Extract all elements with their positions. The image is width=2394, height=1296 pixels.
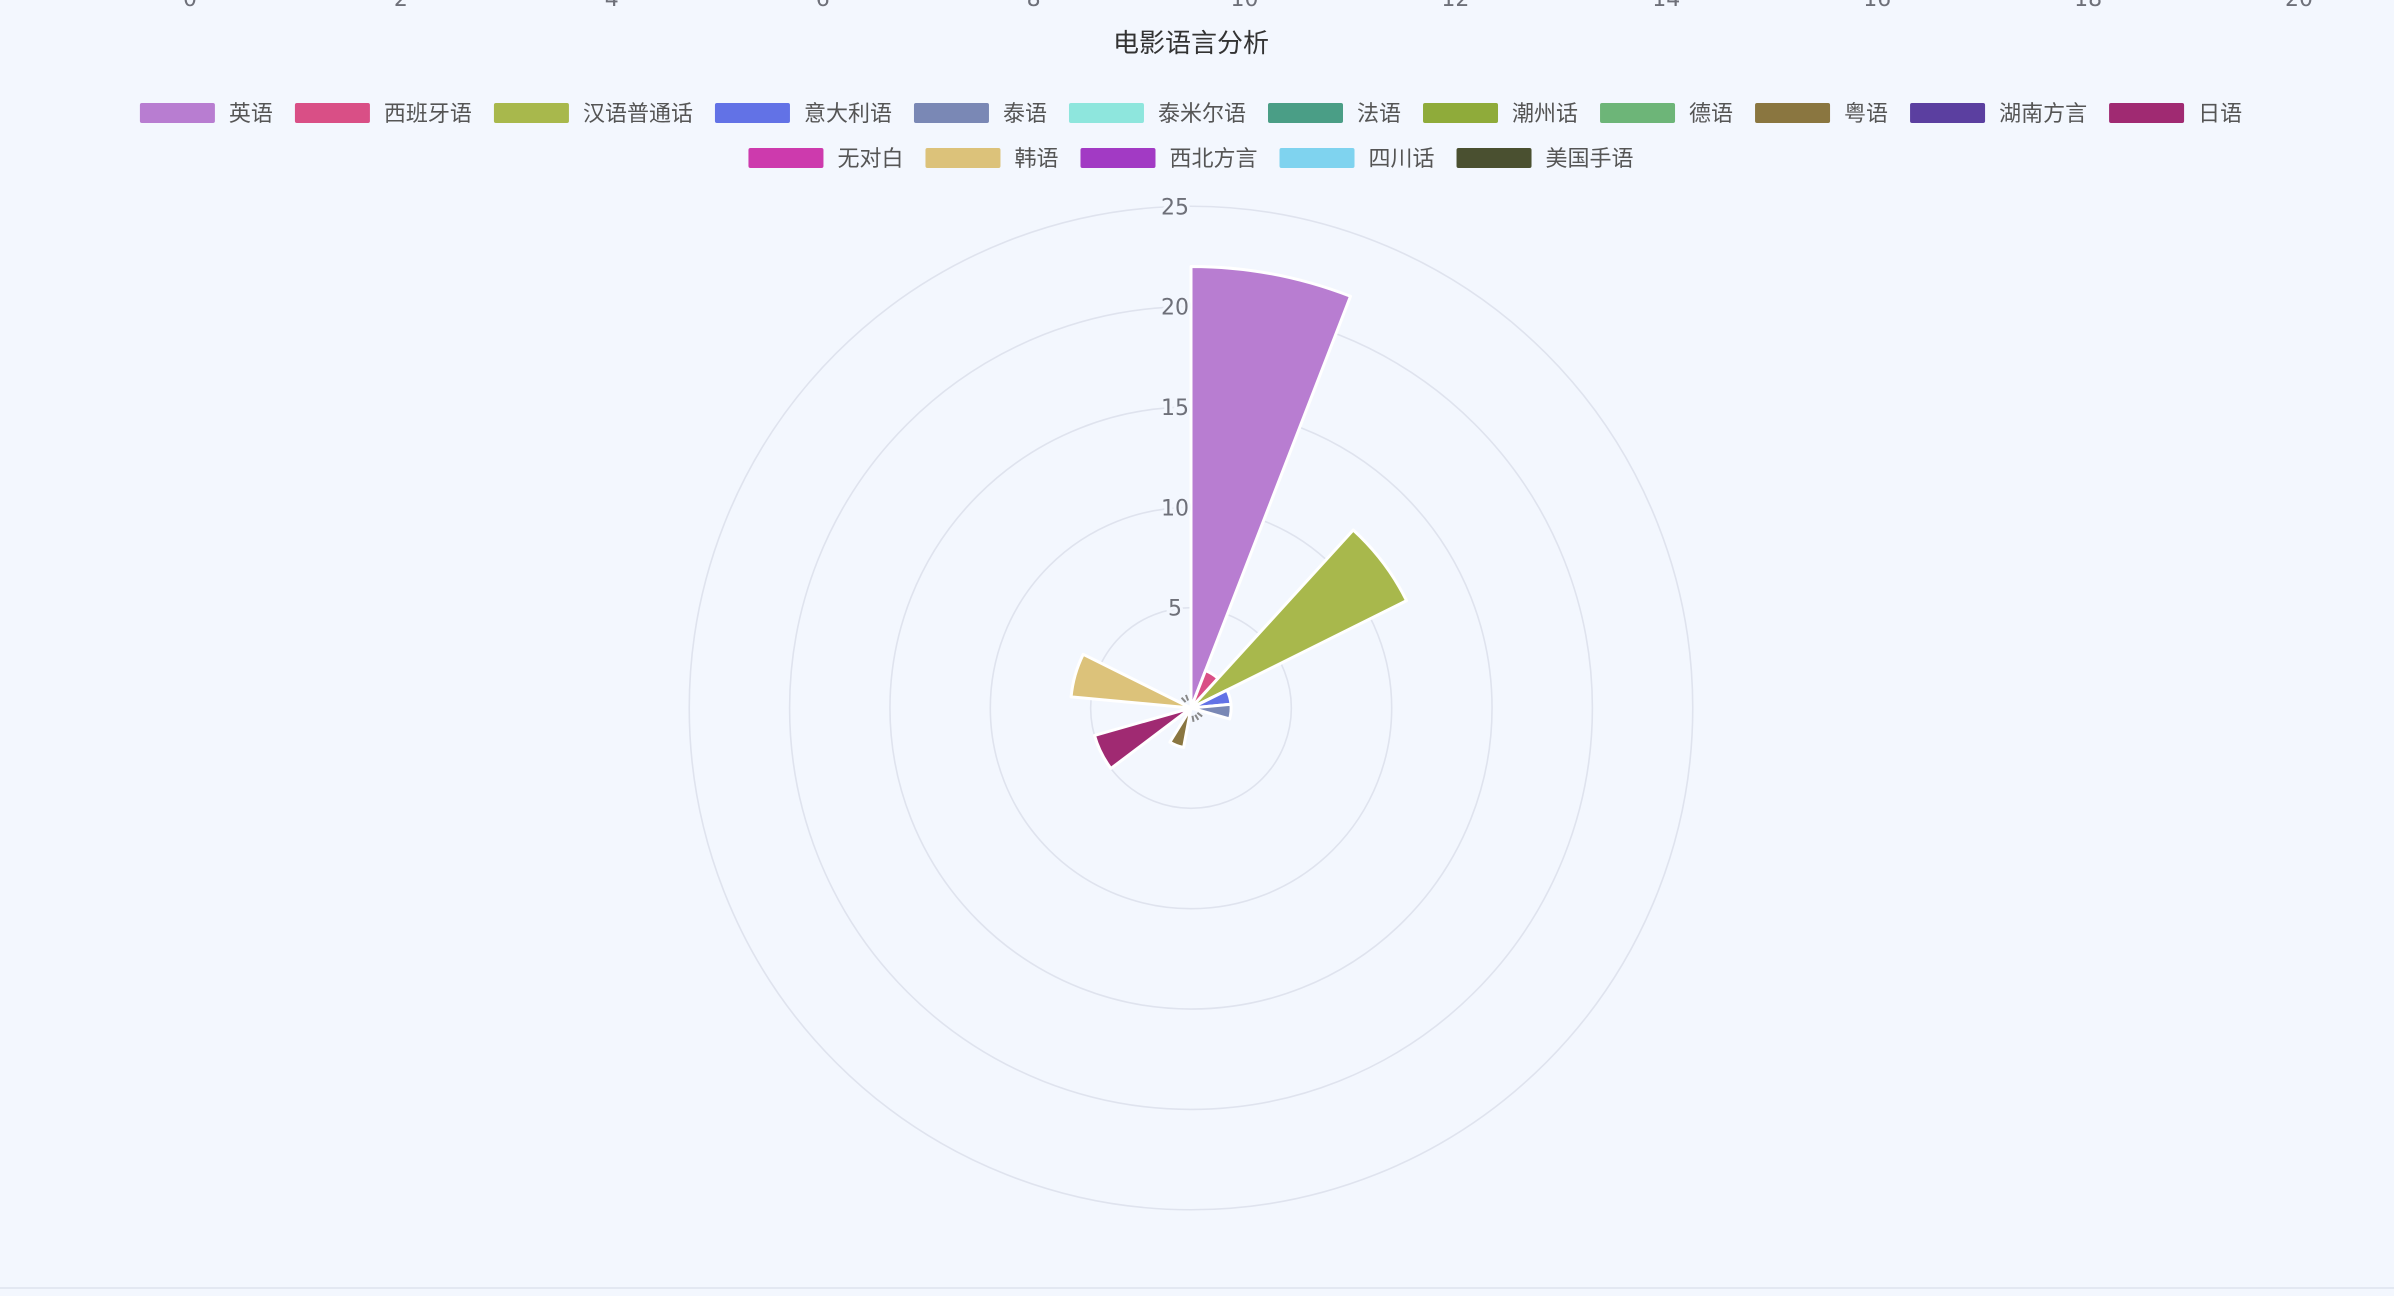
legend-item[interactable]: 德语 <box>1600 102 1733 127</box>
legend-swatch <box>1910 103 1986 123</box>
top-axis-tick-label: 12 <box>1441 0 1469 12</box>
legend[interactable]: 英语 西班牙语 汉语普通话 意大利语 泰语 泰米尔语 法语 潮州话 德语 粤语 湖南方言 日语无对白 韩… <box>139 102 2242 172</box>
top-axis-tick-label: 0 <box>183 0 197 12</box>
legend-item[interactable]: 西班牙语 <box>294 102 472 127</box>
top-axis-tick-label: 18 <box>2074 0 2102 12</box>
legend-swatch <box>294 103 370 123</box>
chart-title: 电影语言分析 <box>1113 29 1269 59</box>
legend-swatch <box>1600 103 1676 123</box>
radial-tick-labels: 5 10 15 20 25 <box>1158 192 1192 624</box>
legend-item[interactable]: 美国手语 <box>1456 147 1634 172</box>
bottom-divider <box>0 1287 2394 1289</box>
legend-swatch <box>1423 103 1499 123</box>
legend-item[interactable]: 西北方言 <box>1080 147 1258 172</box>
top-axis-tick-label: 16 <box>1863 0 1891 12</box>
legend-item[interactable]: 粤语 <box>1755 102 1888 127</box>
legend-label: 意大利语 <box>804 102 892 127</box>
radial-tick-label: 5 <box>1168 597 1182 622</box>
legend-swatch <box>493 103 569 123</box>
legend-swatch <box>2109 103 2185 123</box>
legend-label: 粤语 <box>1844 102 1888 127</box>
radial-tick-label: 25 <box>1161 195 1189 220</box>
legend-item[interactable]: 泰语 <box>913 102 1047 127</box>
legend-item[interactable]: 无对白 <box>748 147 903 172</box>
legend-swatch <box>714 103 790 123</box>
radial-tick-label: 15 <box>1161 396 1189 421</box>
legend-label: 法语 <box>1357 102 1401 127</box>
legend-item[interactable]: 韩语 <box>925 147 1058 172</box>
legend-item[interactable]: 日语 <box>2109 102 2242 127</box>
top-axis-tick-label: 2 <box>394 0 408 12</box>
top-axis-tick-label: 10 <box>1231 0 1259 12</box>
legend-swatch <box>925 148 1001 168</box>
legend-label: 韩语 <box>1014 147 1058 172</box>
radial-tick-label: 20 <box>1161 296 1189 321</box>
legend-label: 潮州话 <box>1512 102 1578 127</box>
legend-label: 四川话 <box>1369 147 1435 172</box>
legend-label: 无对白 <box>837 147 903 172</box>
legend-swatch <box>748 148 824 168</box>
legend-item[interactable]: 湖南方言 <box>1910 102 2087 127</box>
legend-label: 泰语 <box>1003 102 1047 127</box>
legend-label: 泰米尔语 <box>1158 102 1246 127</box>
legend-item[interactable]: 四川话 <box>1279 147 1435 172</box>
legend-label: 德语 <box>1689 102 1733 127</box>
legend-swatch <box>1068 103 1144 123</box>
legend-label: 日语 <box>2198 102 2242 127</box>
slice-14[interactable] <box>1069 652 1193 710</box>
angle-tick <box>1196 712 1203 718</box>
polar-area-chart: 0 2 4 6 8 10 12 14 16 18 20 电影语言分析 英语 西班牙语 汉语普通话 意大利语… <box>139 0 2313 1211</box>
legend-swatch <box>1268 103 1343 123</box>
legend-item[interactable]: 英语 <box>139 102 273 127</box>
top-axis: 0 2 4 6 8 10 12 14 16 18 20 <box>183 0 2313 12</box>
angle-tick <box>1194 714 1200 721</box>
top-axis-tick-label: 8 <box>1027 0 1041 12</box>
legend-swatch <box>139 103 215 123</box>
legend-label: 西北方言 <box>1169 147 1257 172</box>
top-axis-tick-label: 20 <box>2285 0 2313 12</box>
legend-swatch <box>1080 148 1156 168</box>
legend-swatch <box>913 103 989 123</box>
legend-label: 湖南方言 <box>1999 102 2087 127</box>
legend-label: 汉语普通话 <box>583 102 693 127</box>
top-axis-tick-label: 6 <box>816 0 830 12</box>
angle-tick <box>1185 694 1190 701</box>
legend-swatch <box>1755 103 1831 123</box>
legend-item[interactable]: 潮州话 <box>1423 102 1578 127</box>
legend-label: 美国手语 <box>1546 147 1634 172</box>
angle-tick <box>1180 696 1187 703</box>
legend-item[interactable]: 意大利语 <box>714 102 892 127</box>
legend-item[interactable]: 泰米尔语 <box>1068 102 1246 127</box>
legend-swatch <box>1279 148 1355 168</box>
legend-item[interactable]: 法语 <box>1268 102 1401 127</box>
top-axis-tick-label: 14 <box>1652 0 1680 12</box>
radial-tick-label: 10 <box>1161 496 1189 521</box>
legend-swatch <box>1456 148 1532 168</box>
legend-label: 西班牙语 <box>384 102 472 127</box>
angle-tick <box>1191 715 1195 722</box>
legend-item[interactable]: 汉语普通话 <box>493 102 693 127</box>
legend-label: 英语 <box>229 102 273 127</box>
top-axis-tick-label: 4 <box>605 0 619 12</box>
